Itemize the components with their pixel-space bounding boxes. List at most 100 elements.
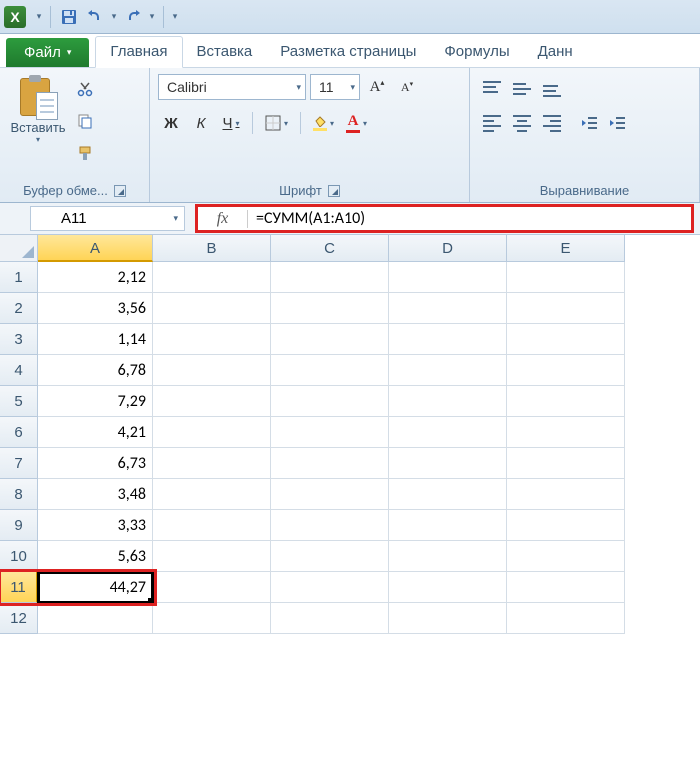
redo-dropdown[interactable]: ▾ [147, 11, 157, 22]
save-button[interactable] [57, 5, 81, 29]
row-header-5[interactable]: 5 [0, 386, 38, 417]
qat-app-dropdown[interactable]: ▾ [34, 11, 44, 22]
font-color-button[interactable]: A ▾ [342, 110, 371, 136]
cell-E1[interactable] [507, 262, 625, 293]
cell-D6[interactable] [389, 417, 507, 448]
cell-C4[interactable] [271, 355, 389, 386]
cell-A7[interactable]: 6,73 [38, 448, 153, 479]
cell-B1[interactable] [153, 262, 271, 293]
cell-C3[interactable] [271, 324, 389, 355]
row-header-10[interactable]: 10 [0, 541, 38, 572]
cell-E2[interactable] [507, 293, 625, 324]
fill-color-button[interactable]: ▾ [309, 110, 338, 136]
cell-E8[interactable] [507, 479, 625, 510]
format-painter-button[interactable] [74, 142, 96, 164]
cell-B8[interactable] [153, 479, 271, 510]
paste-button[interactable]: Вставить ▾ [8, 74, 68, 164]
row-header-7[interactable]: 7 [0, 448, 38, 479]
underline-button[interactable]: Ч ▾ [218, 110, 244, 136]
cell-C12[interactable] [271, 603, 389, 634]
column-header-B[interactable]: B [153, 235, 271, 262]
cell-D5[interactable] [389, 386, 507, 417]
row-header-3[interactable]: 3 [0, 324, 38, 355]
cell-C11[interactable] [271, 572, 389, 603]
tab-formulas[interactable]: Формулы [430, 37, 523, 67]
column-header-A[interactable]: A [38, 235, 153, 262]
undo-dropdown[interactable]: ▾ [109, 11, 119, 22]
cell-A12[interactable] [38, 603, 153, 634]
column-header-E[interactable]: E [507, 235, 625, 262]
decrease-indent-button[interactable] [576, 110, 602, 136]
cell-E9[interactable] [507, 510, 625, 541]
copy-button[interactable] [74, 110, 96, 132]
shrink-font-button[interactable]: A▾ [394, 74, 420, 100]
fx-icon[interactable]: fx [198, 210, 248, 228]
tab-insert[interactable]: Вставка [183, 37, 267, 67]
cell-D12[interactable] [389, 603, 507, 634]
italic-button[interactable]: К [188, 110, 214, 136]
cell-B3[interactable] [153, 324, 271, 355]
cell-B7[interactable] [153, 448, 271, 479]
cell-D2[interactable] [389, 293, 507, 324]
align-right-button[interactable] [538, 110, 566, 136]
formula-bar-input[interactable]: =СУММ(A1:A10) [256, 209, 365, 228]
cell-D9[interactable] [389, 510, 507, 541]
undo-button[interactable] [83, 5, 107, 29]
bold-button[interactable]: Ж [158, 110, 184, 136]
increase-indent-button[interactable] [604, 110, 630, 136]
cell-E11[interactable] [507, 572, 625, 603]
cell-B11[interactable] [153, 572, 271, 603]
cell-A3[interactable]: 1,14 [38, 324, 153, 355]
cell-D11[interactable] [389, 572, 507, 603]
tab-home[interactable]: Главная [95, 36, 182, 68]
cell-E4[interactable] [507, 355, 625, 386]
cell-A5[interactable]: 7,29 [38, 386, 153, 417]
cell-B2[interactable] [153, 293, 271, 324]
cell-B12[interactable] [153, 603, 271, 634]
cell-D4[interactable] [389, 355, 507, 386]
dialog-launcher-icon[interactable] [328, 185, 340, 197]
cell-E3[interactable] [507, 324, 625, 355]
borders-button[interactable]: ▾ [261, 110, 292, 136]
align-middle-button[interactable] [508, 74, 536, 100]
cell-C6[interactable] [271, 417, 389, 448]
cell-A6[interactable]: 4,21 [38, 417, 153, 448]
cell-B9[interactable] [153, 510, 271, 541]
cell-B10[interactable] [153, 541, 271, 572]
align-top-button[interactable] [478, 74, 506, 100]
cell-D8[interactable] [389, 479, 507, 510]
qat-customize-dropdown[interactable]: ▾ [170, 11, 180, 22]
cell-B4[interactable] [153, 355, 271, 386]
row-header-11[interactable]: 11 [0, 572, 38, 603]
cell-B5[interactable] [153, 386, 271, 417]
cell-A8[interactable]: 3,48 [38, 479, 153, 510]
cell-C8[interactable] [271, 479, 389, 510]
tab-data[interactable]: Данн [524, 37, 587, 67]
align-left-button[interactable] [478, 110, 506, 136]
row-header-1[interactable]: 1 [0, 262, 38, 293]
tab-file[interactable]: Файл ▾ [6, 38, 89, 67]
align-bottom-button[interactable] [538, 74, 566, 100]
cell-C7[interactable] [271, 448, 389, 479]
cells-area[interactable]: 2,123,561,146,787,294,216,733,483,335,63… [38, 262, 625, 757]
row-header-8[interactable]: 8 [0, 479, 38, 510]
cell-B6[interactable] [153, 417, 271, 448]
row-header-6[interactable]: 6 [0, 417, 38, 448]
cell-E7[interactable] [507, 448, 625, 479]
cut-button[interactable] [74, 78, 96, 100]
cell-C2[interactable] [271, 293, 389, 324]
column-header-D[interactable]: D [389, 235, 507, 262]
cell-D10[interactable] [389, 541, 507, 572]
cell-C5[interactable] [271, 386, 389, 417]
row-header-12[interactable]: 12 [0, 603, 38, 634]
cell-D3[interactable] [389, 324, 507, 355]
cell-E12[interactable] [507, 603, 625, 634]
row-header-2[interactable]: 2 [0, 293, 38, 324]
cell-E6[interactable] [507, 417, 625, 448]
cell-C1[interactable] [271, 262, 389, 293]
cell-A9[interactable]: 3,33 [38, 510, 153, 541]
select-all-corner[interactable] [0, 235, 38, 262]
align-center-button[interactable] [508, 110, 536, 136]
font-size-combo[interactable]: 11 ▾ [310, 74, 360, 100]
cell-A1[interactable]: 2,12 [38, 262, 153, 293]
